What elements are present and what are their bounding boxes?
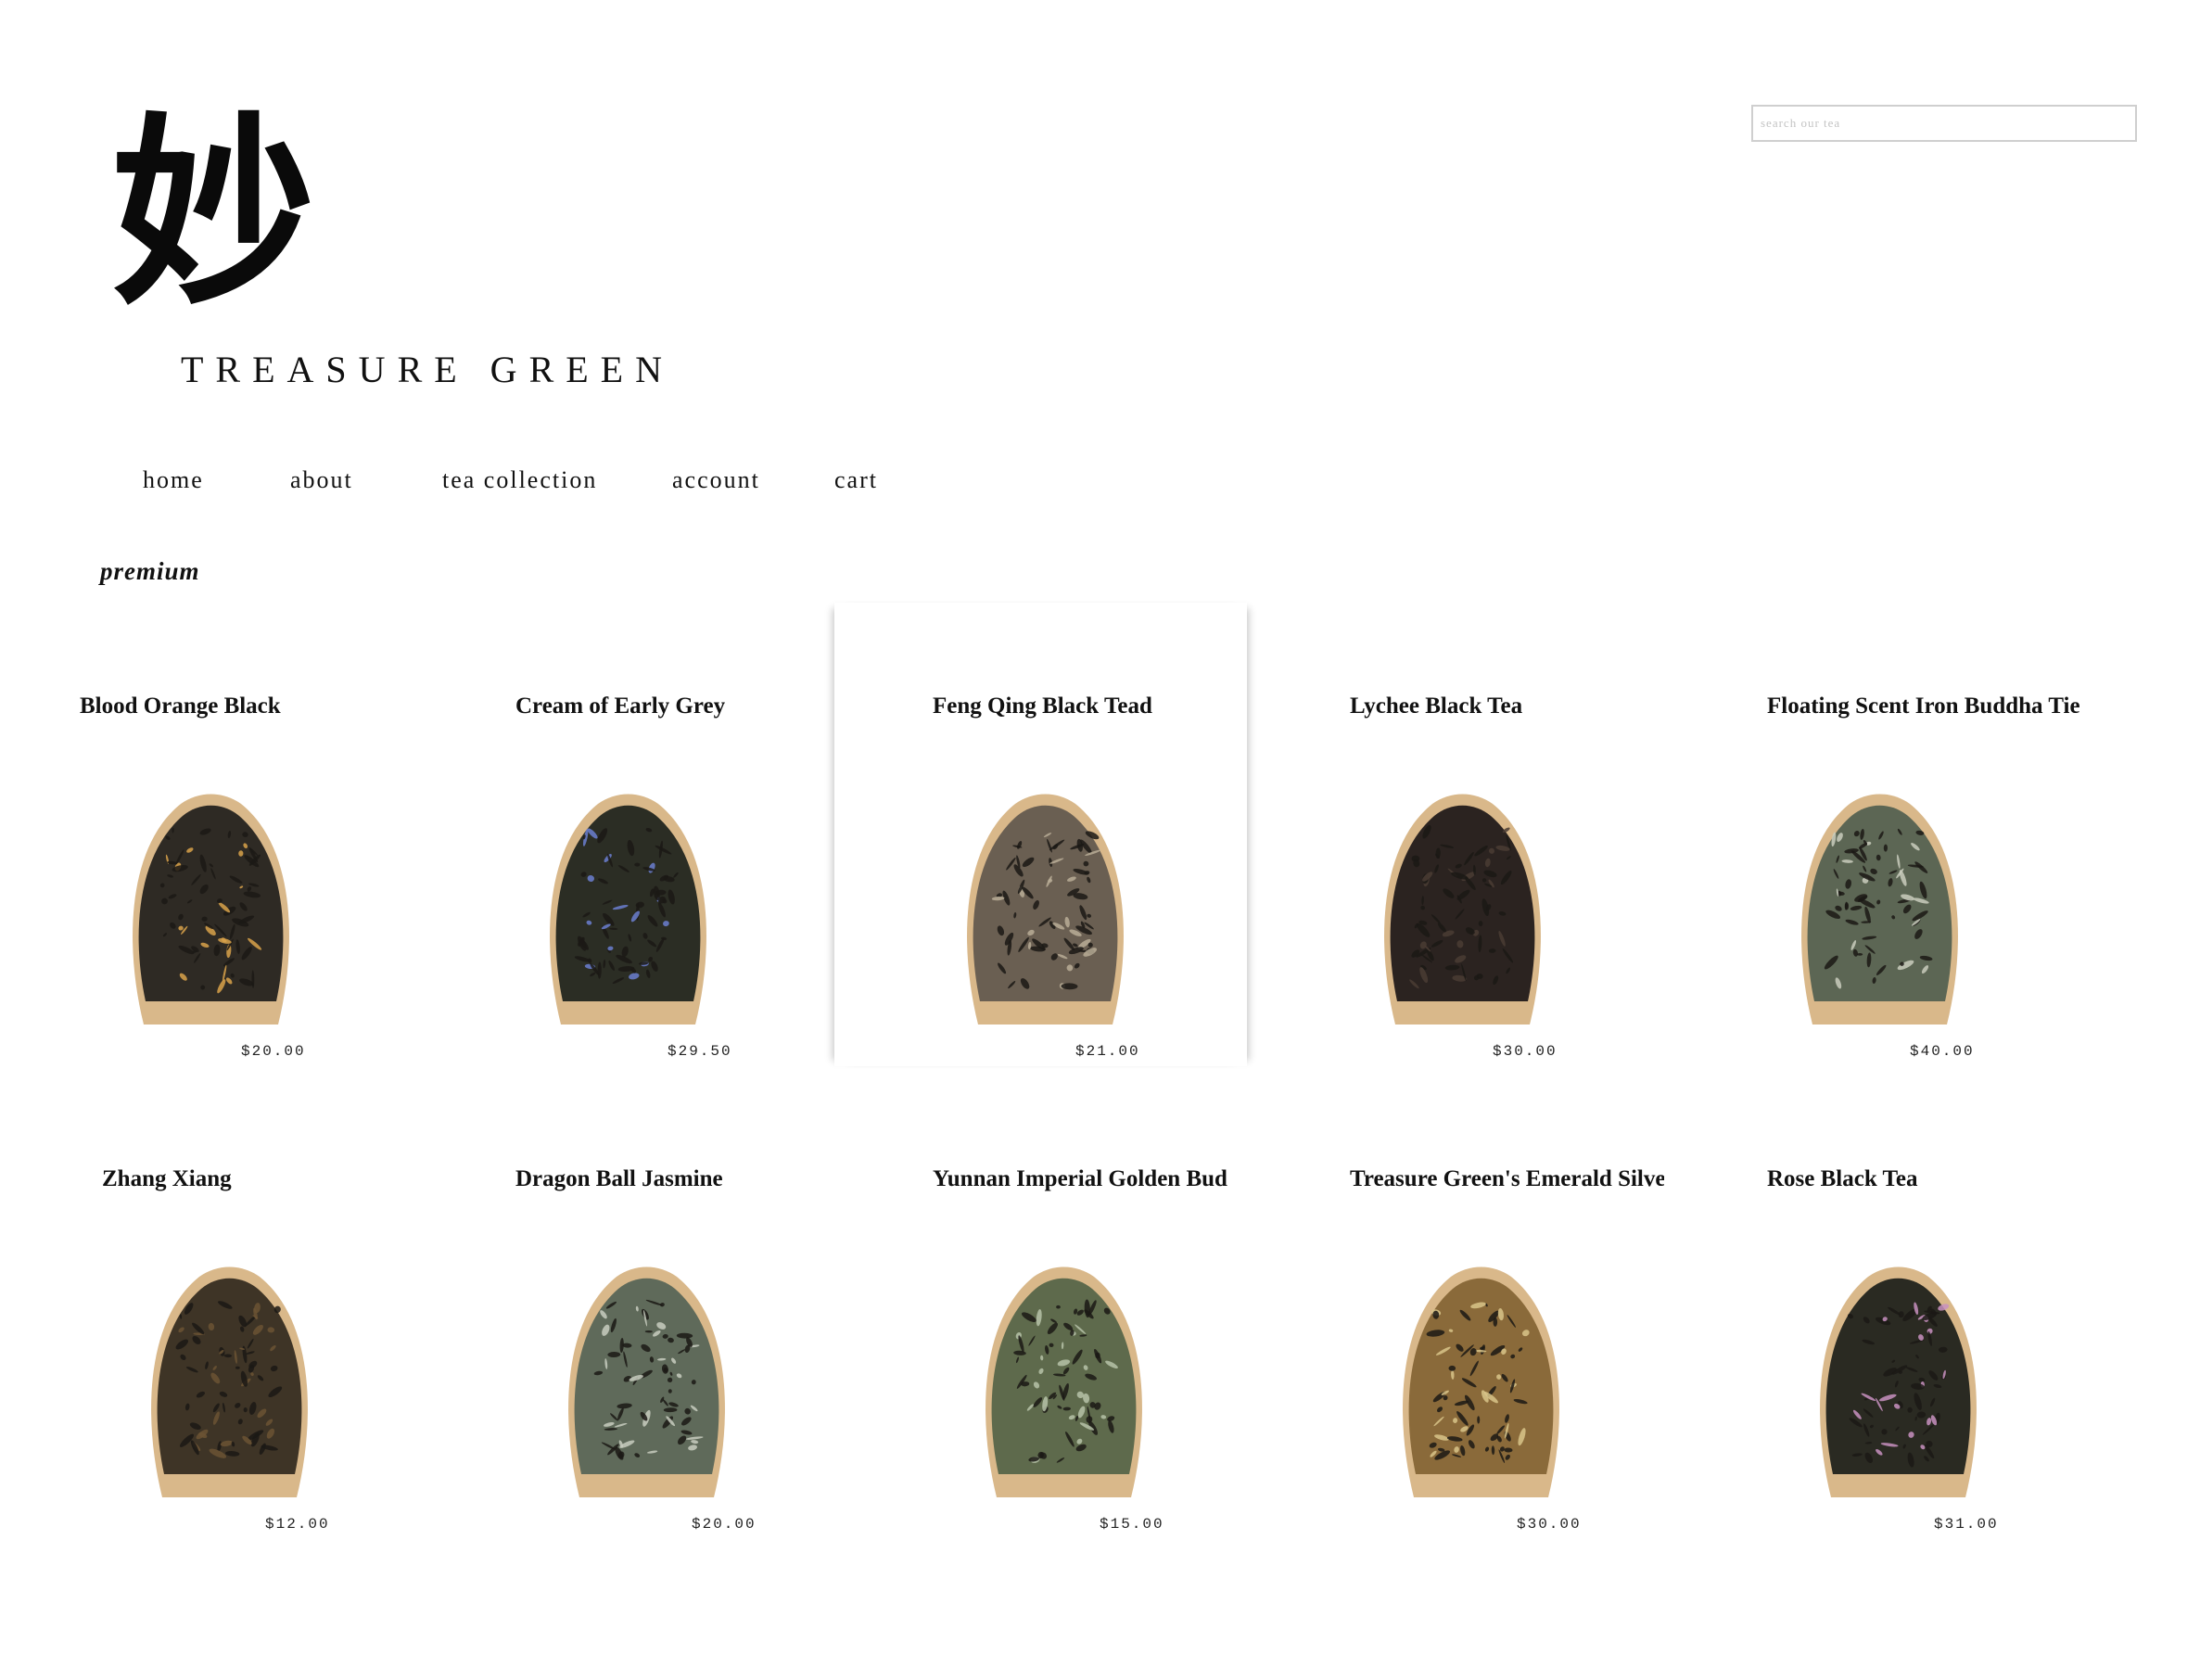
logo[interactable]: 妙 TREASURE GREEN — [102, 93, 662, 408]
brand-name: TREASURE GREEN — [181, 349, 674, 390]
product-card[interactable]: Floating Scent Iron Buddha Tie $40.00 — [1669, 603, 2081, 1066]
product-title[interactable]: Lychee Black Tea — [1350, 694, 1522, 719]
nav-cart-link[interactable]: cart — [834, 466, 878, 494]
product-card[interactable]: Rose Black Tea $31.00 — [1669, 1075, 2081, 1539]
product-title[interactable]: Treasure Green's Emerald Silver — [1350, 1166, 1664, 1192]
product-card[interactable]: Blood Orange Black $20.00 — [0, 603, 413, 1066]
product-image[interactable] — [978, 1266, 1150, 1497]
product-image[interactable] — [1794, 793, 1965, 1025]
product-image[interactable] — [561, 1266, 732, 1497]
product-price: $15.00 — [1100, 1516, 1164, 1533]
product-title[interactable]: Floating Scent Iron Buddha Tie — [1767, 694, 2080, 719]
product-title[interactable]: Blood Orange Black — [80, 694, 281, 719]
product-price: $21.00 — [1075, 1043, 1140, 1060]
product-card[interactable]: Cream of Early Grey $29.50 — [417, 603, 830, 1066]
product-card[interactable]: Lychee Black Tea $30.00 — [1252, 603, 1664, 1066]
product-title[interactable]: Dragon Ball Jasmine — [515, 1166, 723, 1192]
product-image[interactable] — [960, 793, 1131, 1025]
nav-account-link[interactable]: account — [672, 466, 760, 494]
product-card[interactable]: Feng Qing Black Tead $21.00 — [834, 603, 1247, 1066]
product-title[interactable]: Rose Black Tea — [1767, 1166, 1918, 1192]
product-price: $20.00 — [241, 1043, 306, 1060]
product-image[interactable] — [125, 793, 297, 1025]
product-title[interactable]: Cream of Early Grey — [515, 694, 725, 719]
product-price: $30.00 — [1493, 1043, 1558, 1060]
product-price: $40.00 — [1910, 1043, 1975, 1060]
logo-calligraphy-mark: 妙 — [111, 93, 316, 333]
product-card[interactable]: Dragon Ball Jasmine $20.00 — [417, 1075, 830, 1539]
product-card[interactable]: Zhang Xiang $12.00 — [0, 1075, 413, 1539]
nav-tea-collection-link[interactable]: tea collection — [442, 466, 597, 494]
product-title[interactable]: Feng Qing Black Tead — [933, 694, 1152, 719]
product-price: $31.00 — [1934, 1516, 1999, 1533]
product-price: $30.00 — [1517, 1516, 1582, 1533]
product-image[interactable] — [1377, 793, 1548, 1025]
product-card[interactable]: Treasure Green's Emerald Silver $30.00 — [1252, 1075, 1664, 1539]
product-image[interactable] — [542, 793, 714, 1025]
product-price: $20.00 — [692, 1516, 757, 1533]
product-title[interactable]: Yunnan Imperial Golden Bud — [933, 1166, 1227, 1192]
product-image[interactable] — [1395, 1266, 1567, 1497]
product-title[interactable]: Zhang Xiang — [102, 1166, 232, 1192]
product-price: $12.00 — [265, 1516, 330, 1533]
product-image[interactable] — [144, 1266, 315, 1497]
search-input[interactable] — [1751, 105, 2137, 142]
nav-home-link[interactable]: home — [143, 466, 204, 494]
product-card[interactable]: Yunnan Imperial Golden Bud $15.00 — [834, 1075, 1247, 1539]
section-label: premium — [100, 557, 200, 585]
product-image[interactable] — [1812, 1266, 1984, 1497]
product-price: $29.50 — [668, 1043, 732, 1060]
nav-about-link[interactable]: about — [290, 466, 353, 494]
